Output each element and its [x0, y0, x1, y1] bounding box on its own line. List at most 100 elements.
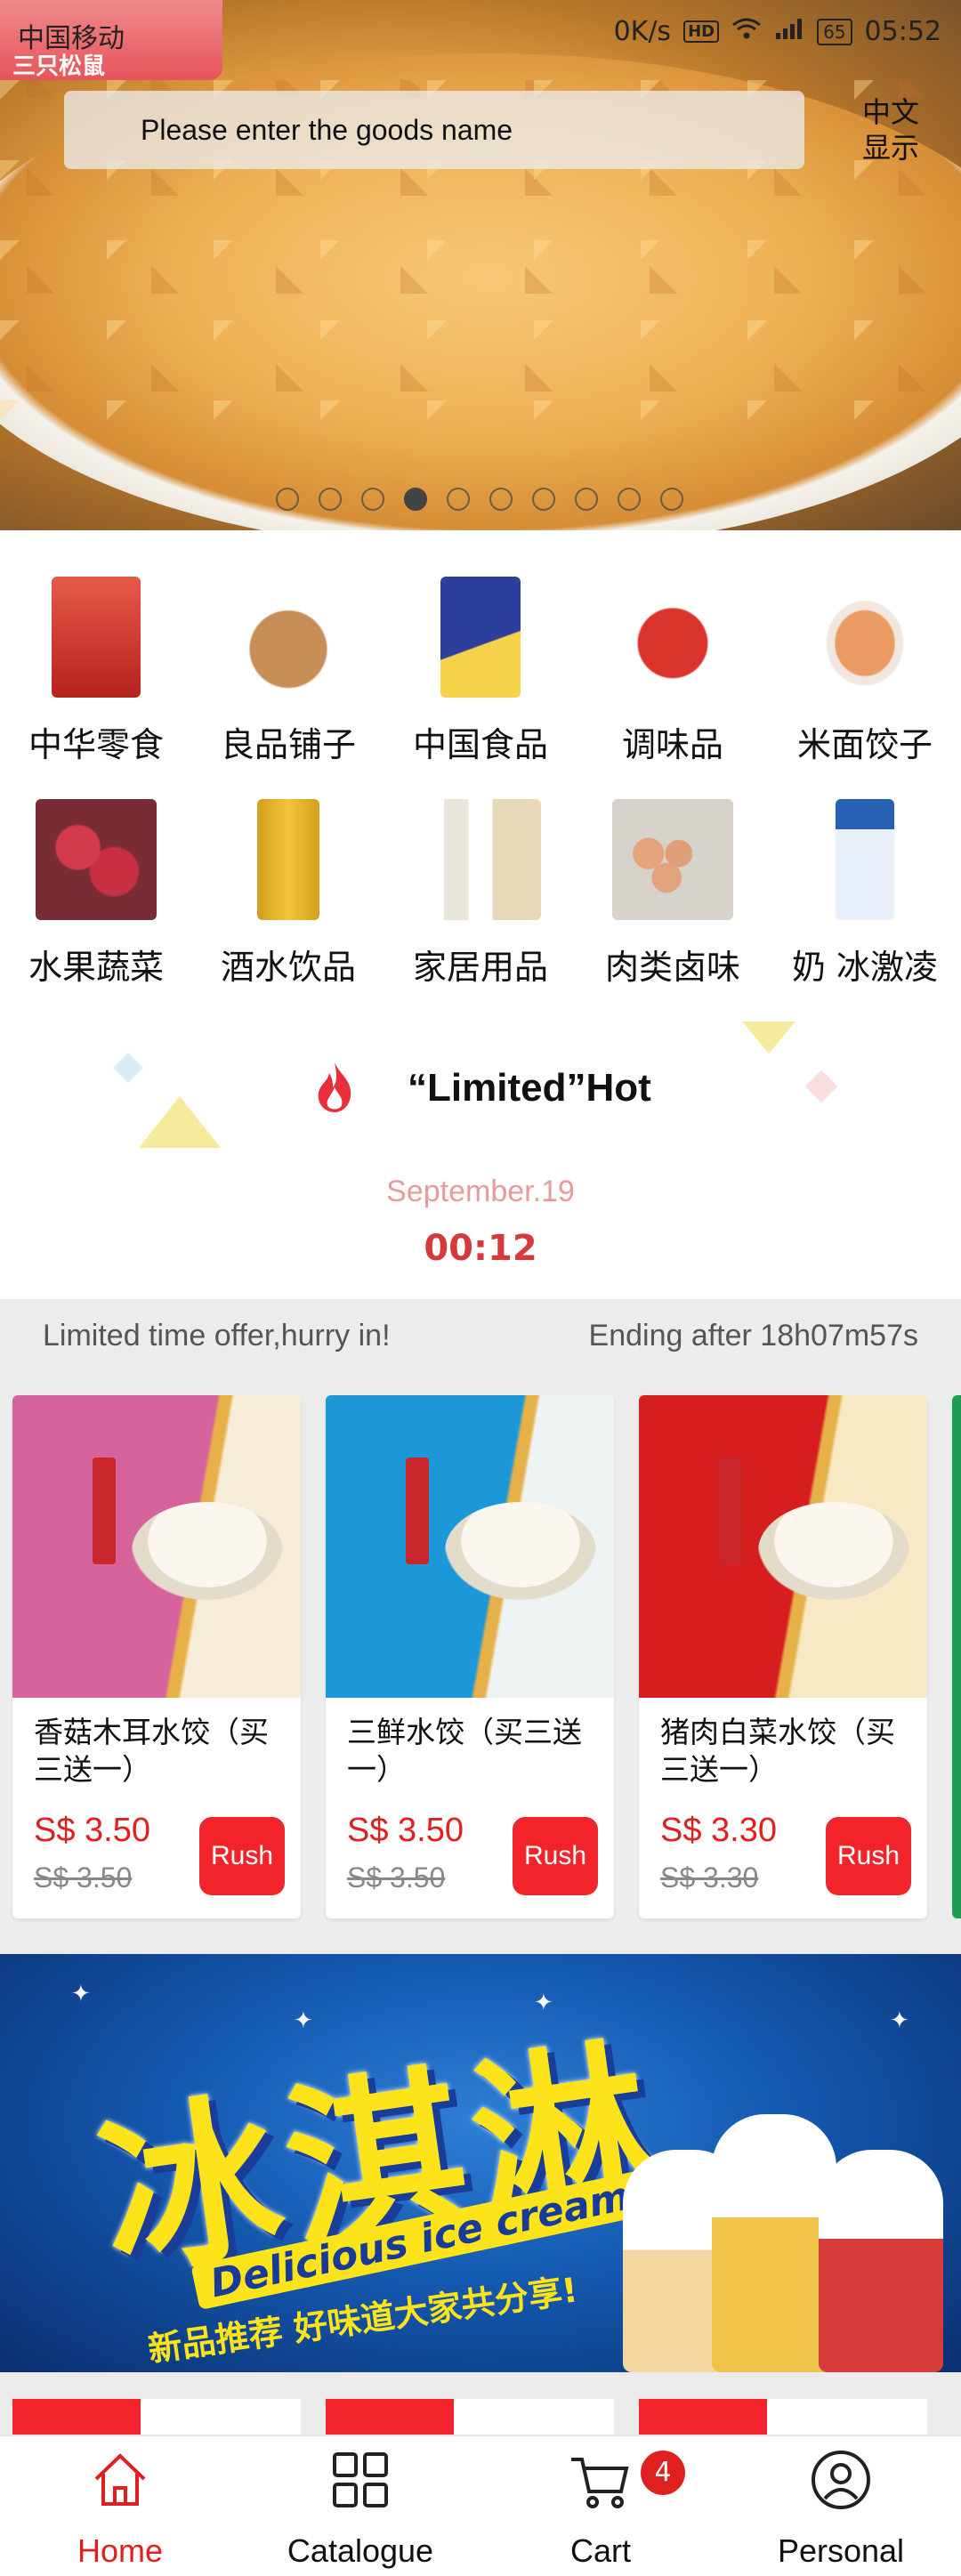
tab-personal[interactable]: Personal — [721, 2436, 961, 2576]
ice-cream-banner[interactable]: ✦ ✦ ✦ ✦ ✦ 冰淇淋 Delicious ice cream 新品推荐 好… — [0, 1954, 961, 2372]
ice-cream-cup — [819, 2150, 943, 2372]
product-price: S$ 3.30 — [660, 1812, 777, 1849]
carousel-dot[interactable] — [319, 488, 342, 511]
rush-button[interactable]: Rush — [513, 1817, 598, 1895]
category-label: 米面饺子 — [796, 725, 933, 764]
product-image — [12, 1395, 301, 1698]
search-placeholder: Please enter the goods name — [141, 114, 513, 146]
dumpling-plate — [758, 1502, 909, 1600]
grid-icon — [329, 2449, 392, 2511]
hd-icon: HD — [683, 20, 720, 43]
tab-label: Personal — [777, 2532, 905, 2569]
clock: 05:52 — [864, 16, 941, 47]
category-item[interactable]: 酒水饮品 — [192, 799, 384, 989]
category-item[interactable]: 调味品 — [577, 577, 769, 766]
battery-icon: 65 — [817, 18, 852, 45]
product-card[interactable]: 三鲜水饺（买三送一） S$ 3.50 S$ 3.50 Rush — [326, 1395, 614, 1918]
product-card[interactable]: 香菇木耳水饺（买三送一） S$ 3.50 S$ 3.50 Rush — [12, 1395, 301, 1918]
cart-icon — [569, 2449, 632, 2511]
dumpling-plate — [132, 1502, 283, 1600]
carousel-dot[interactable] — [489, 488, 513, 511]
decor-triangle — [742, 1022, 795, 1054]
category-label: 调味品 — [621, 725, 723, 764]
decor-diamond — [804, 1070, 838, 1103]
product-name: 香菇木耳水饺（买三送一） — [34, 1715, 269, 1787]
product-price: S$ 3.50 — [34, 1812, 150, 1849]
signal-icon — [774, 16, 804, 47]
flash-sale-strip: Limited time offer,hurry in! Ending afte… — [0, 1299, 961, 1954]
tab-label: Catalogue — [287, 2532, 434, 2569]
category-item[interactable]: 中华零食 — [0, 577, 192, 766]
eggs-icon — [612, 799, 733, 920]
decor-diamond — [113, 1053, 143, 1083]
sale-time: 00:12 — [424, 1228, 537, 1269]
rush-button[interactable]: Rush — [826, 1817, 911, 1895]
noodle-bowl-icon — [804, 577, 925, 698]
carousel-dot[interactable] — [618, 488, 641, 511]
carousel-dot[interactable] — [447, 488, 470, 511]
product-image — [326, 1395, 614, 1698]
carousel-dot[interactable] — [532, 488, 555, 511]
wifi-icon — [731, 16, 762, 47]
lychee-icon — [36, 799, 157, 920]
product-price: S$ 3.50 — [347, 1812, 464, 1849]
product-card[interactable]: 猪肉白菜水饺（买三送一） S$ 3.30 S$ 3.30 Rush — [639, 1395, 927, 1918]
category-item[interactable]: 水果蔬菜 — [0, 799, 192, 989]
carousel-dot[interactable] — [660, 488, 683, 511]
rush-button[interactable]: Rush — [199, 1817, 285, 1895]
cart-count-badge: 4 — [641, 2451, 685, 2495]
status-right: 0K/s HD 65 05:52 — [614, 16, 941, 47]
category-label: 水果蔬菜 — [28, 948, 164, 987]
home-icon — [89, 2449, 151, 2511]
carousel-dot[interactable] — [575, 488, 598, 511]
carousel-dot[interactable] — [361, 488, 384, 511]
seal-decor — [719, 1458, 742, 1564]
language-toggle[interactable]: 中文 显示 — [842, 94, 940, 166]
category-item[interactable]: 奶 冰激凌 — [769, 799, 961, 989]
category-item[interactable]: 肉类卤味 — [577, 799, 769, 989]
product-card-peek[interactable] — [639, 2399, 927, 2435]
seal-decor — [93, 1458, 116, 1564]
category-label: 奶 冰激凌 — [791, 948, 939, 987]
category-item[interactable]: 米面饺子 — [769, 577, 961, 766]
hero-banner[interactable]: 三只松鼠 中国移动 0K/s HD 65 05:52 Please enter … — [0, 0, 961, 530]
tab-catalogue[interactable]: Catalogue — [240, 2436, 480, 2576]
dumpling-plate — [445, 1502, 596, 1600]
product-card-peek[interactable] — [952, 1395, 961, 1918]
product-name: 猪肉白菜水饺（买三送一） — [660, 1715, 895, 1787]
flame-icon — [318, 1062, 351, 1112]
category-item[interactable]: 中国食品 — [384, 577, 577, 766]
status-bar: 中国移动 0K/s HD 65 05:52 — [0, 0, 961, 66]
search-input[interactable]: Please enter the goods name — [64, 91, 804, 169]
bottom-nav: Home Catalogue Cart 4 Personal — [0, 2435, 961, 2576]
countdown-text: Ending after 18h07m57s — [588, 1319, 918, 1353]
limited-hot-section: “Limited”Hot September.19 00:12 — [0, 1022, 961, 1299]
sale-date: September.19 — [386, 1175, 575, 1208]
chips-bag-icon — [440, 577, 521, 698]
next-row-peek — [0, 2372, 961, 2435]
category-label: 中华零食 — [28, 725, 164, 764]
carousel-dot[interactable] — [276, 488, 299, 511]
tab-cart[interactable]: Cart — [480, 2436, 721, 2576]
category-item[interactable]: 良品铺子 — [192, 577, 384, 766]
nuts-bowl-icon — [228, 577, 349, 698]
tab-label: Home — [77, 2532, 164, 2569]
seal-decor — [406, 1458, 429, 1564]
sauce-jar-icon — [612, 577, 733, 698]
milk-carton-icon — [836, 799, 894, 920]
section-title: “Limited”Hot — [408, 1066, 651, 1110]
carousel-dot-active[interactable] — [404, 488, 427, 511]
product-card-peek[interactable] — [12, 2399, 301, 2435]
sparkle-icon: ✦ — [890, 2007, 909, 2034]
network-speed: 0K/s — [613, 16, 672, 47]
snack-bag-icon — [52, 577, 141, 698]
product-old-price: S$ 3.50 — [347, 1861, 446, 1894]
user-icon — [810, 2449, 872, 2511]
tab-home[interactable]: Home — [0, 2436, 240, 2576]
category-item[interactable]: 家居用品 — [384, 799, 577, 989]
product-name: 三鲜水饺（买三送一） — [347, 1715, 582, 1787]
product-card-peek[interactable] — [326, 2399, 614, 2435]
category-label: 家居用品 — [412, 948, 548, 987]
product-image — [639, 1395, 927, 1698]
category-label: 肉类卤味 — [604, 948, 740, 987]
